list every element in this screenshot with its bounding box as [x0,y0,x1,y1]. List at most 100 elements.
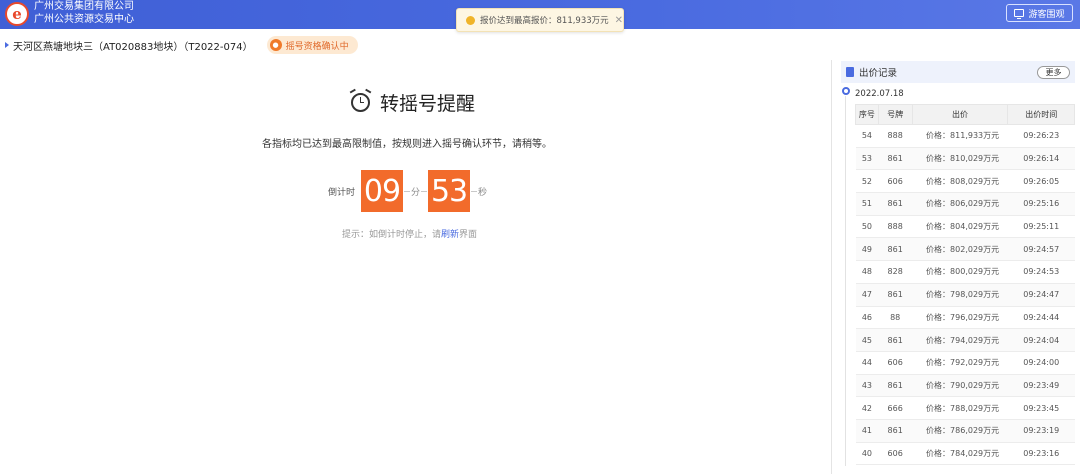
bid-plate-cell: 666 [878,396,913,420]
bid-price-cell: 价格：790,029万元 [912,374,1008,398]
visitor-watch-button[interactable]: 游客围观 [1006,4,1073,22]
column-header-time: 出价时间 [1007,104,1075,125]
bid-plate-cell: 861 [878,374,913,398]
bid-seq-cell: 44 [855,351,879,375]
column-header-price: 出价 [911,104,1009,125]
minutes-unit-separator: 分 [403,185,428,198]
bid-seq-cell: 45 [855,328,879,352]
hint-prefix: 提示：如倒计时停止，请 [342,230,442,240]
table-row: 54 888 价格：811,933万元 09:26:23 [855,124,1075,148]
bid-price-cell: 价格：808,029万元 [912,169,1008,194]
bid-time-cell: 09:25:11 [1007,215,1075,239]
reminder-description: 各指标均已达到最高限制值，按规则进入摇号确认环节，请稍等。 [262,139,552,150]
bid-seq-cell: 53 [855,147,879,171]
bell-icon: ● [269,39,282,51]
table-row: 53 861 价格：810,029万元 09:26:14 [855,147,1075,171]
bid-time-cell: 09:23:16 [1007,442,1075,466]
refresh-hint: 提示：如倒计时停止，请刷新界面 [342,227,477,240]
table-row: 49 861 价格：802,029万元 09:24:57 [855,237,1075,262]
seconds-unit: 秒 [478,187,488,198]
bid-seq-cell: 41 [855,419,879,443]
visitor-watch-label: 游客围观 [1028,9,1065,20]
bid-plate-cell: 828 [878,260,913,284]
table-row: 48 828 价格：800,029万元 09:24:53 [855,260,1075,284]
bid-seq-cell: 49 [855,237,879,262]
bid-time-cell: 09:23:45 [1007,396,1075,420]
bid-time-cell: 09:24:04 [1007,328,1075,352]
bid-plate-cell: 861 [878,283,913,307]
auction-title-bar: 天河区燕塘地块三（AT020883地块）（T2022-074） ● 摇号资格确认… [0,35,358,55]
bid-seq-cell: 51 [855,192,879,216]
max-bid-toast: 报价达到最高报价：811,933万元 ✕ [456,8,624,32]
caret-right-icon [5,42,9,48]
more-button[interactable]: 更多 [1037,66,1070,79]
table-row: 42 666 价格：788,029万元 09:23:45 [855,396,1075,420]
alarm-clock-icon [349,88,372,112]
bid-price-cell: 价格：806,029万元 [912,192,1008,216]
bid-time-cell: 09:24:53 [1007,260,1075,284]
bid-seq-cell: 42 [855,396,879,420]
bid-seq-cell: 48 [855,260,879,284]
bid-seq-cell: 47 [855,283,879,307]
bid-record-title: 出价记录 [859,68,898,79]
column-header-seq: 序号 [855,104,879,125]
table-header-row: 序号 号牌 出价 出价时间 [855,104,1075,125]
close-icon[interactable]: ✕ [615,15,623,26]
bid-time-cell: 09:24:44 [1007,306,1075,330]
bid-price-cell: 价格：811,933万元 [912,124,1008,148]
document-icon [846,67,854,77]
bid-price-cell: 价格：794,029万元 [912,328,1008,352]
org-name-primary: 广州交易集团有限公司 [34,1,134,12]
bid-time-cell: 09:24:47 [1007,283,1075,307]
bid-plate-cell: 606 [878,169,913,194]
e-logo-icon: e [5,2,29,26]
table-row: 40 606 价格：784,029万元 09:23:16 [855,442,1075,466]
bid-time-cell: 09:26:23 [1007,124,1075,148]
bid-plate-cell: 861 [878,147,913,171]
bid-plate-cell: 861 [878,328,913,352]
bid-plate-cell: 861 [878,237,913,262]
bid-plate-cell: 888 [878,124,913,148]
bid-seq-cell: 40 [855,442,879,466]
bid-time-cell: 09:24:00 [1007,351,1075,375]
bid-price-cell: 价格：800,029万元 [912,260,1008,284]
status-badge: ● 摇号资格确认中 [266,36,358,54]
bid-time-cell: 09:23:49 [1007,374,1075,398]
countdown-minutes: 09 [361,170,404,212]
seconds-unit-separator: 秒 [470,185,487,198]
bid-price-cell: 价格：784,029万元 [912,442,1008,466]
table-row: 45 861 价格：794,029万元 09:24:04 [855,328,1075,352]
bid-plate-cell: 606 [878,442,913,466]
table-row: 52 606 价格：808,029万元 09:26:05 [855,169,1075,194]
bid-time-cell: 09:25:16 [1007,192,1075,216]
monitor-icon [1014,9,1025,19]
hint-suffix: 界面 [459,230,478,240]
bid-time-cell: 09:24:57 [1007,237,1075,262]
bid-seq-cell: 52 [855,169,879,194]
countdown-label: 倒计时 [328,187,356,198]
bid-price-cell: 价格：786,029万元 [912,419,1008,443]
table-row: 47 861 价格：798,029万元 09:24:47 [855,283,1075,307]
bid-price-cell: 价格：804,029万元 [912,215,1008,239]
bid-price-cell: 价格：798,029万元 [912,283,1008,307]
reminder-title-group: 转摇号提醒 [349,88,476,115]
logo-letter: e [12,4,22,23]
org-name-secondary: 广州公共资源交易中心 [34,14,134,25]
table-row: 51 861 价格：806,029万元 09:25:16 [855,192,1075,216]
bid-record-table: 序号 号牌 出价 出价时间 54 888 价格：811,933万元 09:26:23 5… [855,104,1075,466]
refresh-link[interactable]: 刷新 [441,230,459,240]
bid-seq-cell: 54 [855,124,879,148]
bid-time-cell: 09:26:14 [1007,147,1075,171]
countdown-seconds: 53 [428,170,471,212]
bid-time-cell: 09:26:05 [1007,169,1075,194]
column-header-plate: 号牌 [877,104,913,125]
reminder-title: 转摇号提醒 [380,92,476,115]
table-row: 44 606 价格：792,029万元 09:24:00 [855,351,1075,375]
bid-price-cell: 价格：792,029万元 [912,351,1008,375]
bid-plate-cell: 861 [878,192,913,216]
bid-price-cell: 价格：788,029万元 [912,396,1008,420]
status-label: 摇号资格确认中 [285,41,349,52]
bid-price-cell: 价格：802,029万元 [912,237,1008,262]
warning-dot-icon [466,15,475,25]
table-row: 50 888 价格：804,029万元 09:25:11 [855,215,1075,239]
